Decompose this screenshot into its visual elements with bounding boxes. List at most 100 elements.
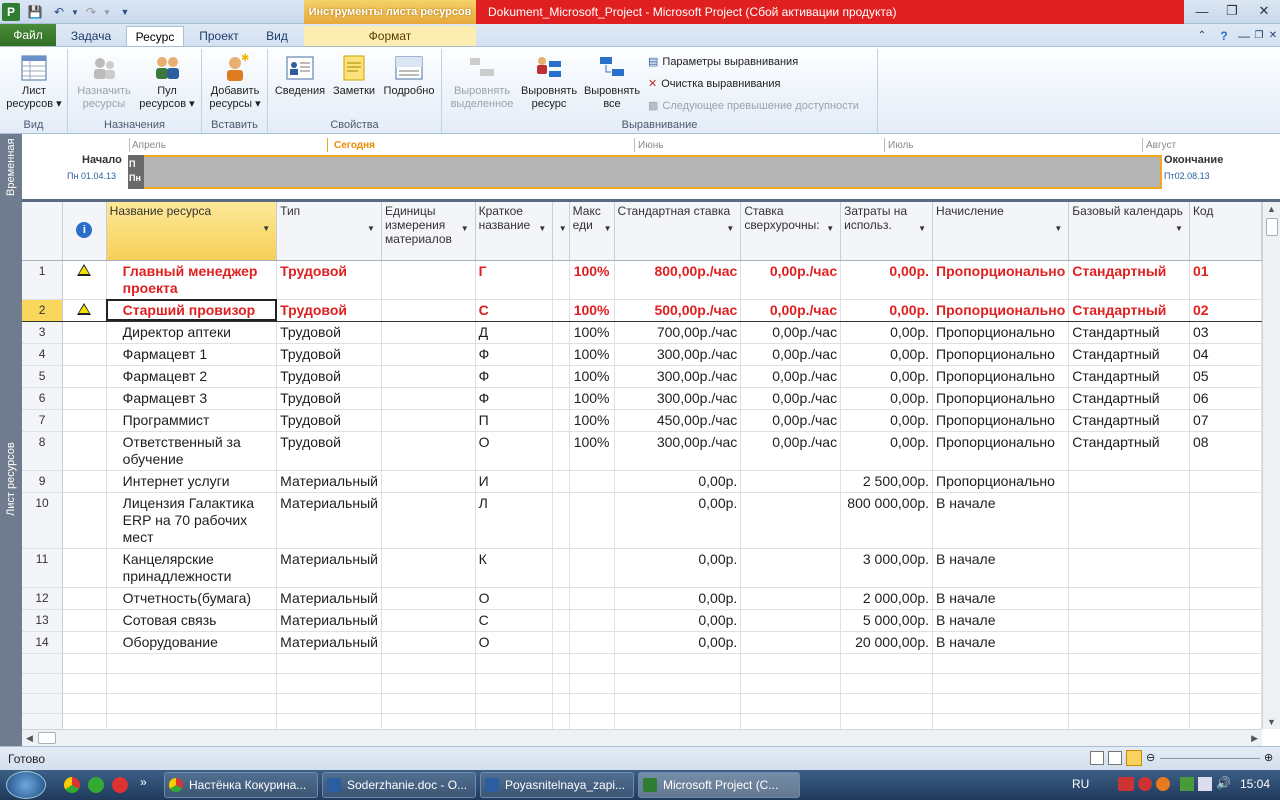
indicators-header[interactable]: i: [62, 202, 107, 261]
cell-short[interactable]: Д: [475, 321, 554, 344]
empty-row[interactable]: [22, 673, 1262, 694]
cell-max[interactable]: [569, 548, 615, 588]
cell-cal[interactable]: [1068, 470, 1190, 493]
filter-dropdown-icon[interactable]: ▼: [559, 224, 567, 233]
help-icon[interactable]: ?: [1216, 26, 1232, 46]
cell-short[interactable]: Ф: [475, 343, 554, 366]
restore-button[interactable]: ❐: [1216, 0, 1248, 22]
table-row[interactable]: 10 Лицензия Галактика ERP на 70 рабочих м…: [22, 492, 1262, 549]
cell-std[interactable]: 300,00р./час: [614, 431, 742, 471]
cell-ovt[interactable]: [740, 609, 842, 632]
cell-grp[interactable]: [552, 409, 570, 432]
cell-cal[interactable]: Стандартный: [1068, 298, 1190, 322]
cell-cal[interactable]: Стандартный: [1068, 343, 1190, 366]
resource-pool-button[interactable]: Пул ресурсов ▾: [136, 53, 198, 111]
doc-restore-icon[interactable]: ❐: [1252, 26, 1266, 46]
empty-cell[interactable]: [1068, 653, 1190, 674]
cell-name[interactable]: Сотовая связь: [106, 609, 278, 632]
select-all-cell[interactable]: [22, 202, 64, 261]
empty-cell[interactable]: [614, 693, 742, 714]
cell-ovt[interactable]: [740, 587, 842, 610]
quicklaunch-icon[interactable]: [112, 777, 128, 793]
tab-view[interactable]: Вид: [254, 26, 300, 46]
empty-cell[interactable]: [840, 673, 934, 694]
cell-cal[interactable]: Стандартный: [1068, 260, 1190, 300]
minimize-button[interactable]: —: [1186, 0, 1218, 22]
cell-ovt[interactable]: [740, 470, 842, 493]
cell-type[interactable]: Трудовой: [276, 298, 382, 322]
cell-short[interactable]: Л: [475, 492, 554, 549]
cell-type[interactable]: Трудовой: [276, 409, 382, 432]
cell-name[interactable]: Программист: [106, 409, 278, 432]
table-row[interactable]: 7 Программист Трудовой П 100% 450,00р./час 0,0…: [22, 409, 1262, 432]
indicator-cell[interactable]: [62, 548, 107, 588]
cell-ovt[interactable]: 0,00р./час: [740, 321, 842, 344]
empty-cell[interactable]: [106, 713, 278, 729]
cell-cost[interactable]: 0,00р.: [840, 365, 934, 388]
cell-cost[interactable]: 0,00р.: [840, 431, 934, 471]
cell-unit[interactable]: [381, 409, 476, 432]
cell-std[interactable]: 800,00р./час: [614, 260, 742, 300]
details-button[interactable]: Подробно: [380, 53, 438, 98]
column-header-code[interactable]: Код: [1189, 202, 1262, 261]
cell-cal[interactable]: Стандартный: [1068, 321, 1190, 344]
cell-std[interactable]: 0,00р.: [614, 548, 742, 588]
column-header-material-units[interactable]: Единицы измерения материалов ▼: [381, 202, 476, 261]
doc-minimize-icon[interactable]: —: [1236, 26, 1252, 46]
filter-dropdown-icon[interactable]: ▼: [367, 224, 375, 233]
filter-dropdown-icon[interactable]: ▼: [826, 224, 834, 233]
level-all-button[interactable]: Выровнять все: [580, 53, 644, 111]
indicator-cell[interactable]: [62, 321, 107, 344]
table-row[interactable]: 5 Фармацевт 2 Трудовой Ф 100% 300,00р./час 0,0…: [22, 365, 1262, 388]
cell-std[interactable]: 300,00р./час: [614, 387, 742, 410]
empty-cell[interactable]: [740, 693, 842, 714]
cell-max[interactable]: 100%: [569, 409, 615, 432]
leveling-options-button[interactable]: ▤ Параметры выравнивания: [648, 55, 798, 69]
empty-cell[interactable]: [552, 713, 570, 729]
cell-accr[interactable]: Пропорционально: [932, 343, 1070, 366]
table-row[interactable]: 9 Интернет услуги Материальный И 0,00р. 2 500…: [22, 470, 1262, 493]
empty-cell[interactable]: [475, 693, 554, 714]
start-button[interactable]: [6, 771, 46, 799]
cell-code[interactable]: [1189, 470, 1262, 493]
indicator-cell[interactable]: [62, 631, 107, 654]
cell-short[interactable]: О: [475, 431, 554, 471]
overallocation-warning-icon[interactable]: [77, 263, 92, 276]
empty-cell[interactable]: [932, 673, 1070, 694]
cell-grp[interactable]: [552, 492, 570, 549]
cell-ovt[interactable]: 0,00р./час: [740, 343, 842, 366]
cell-name[interactable]: Фармацевт 1: [106, 343, 278, 366]
cell-accr[interactable]: Пропорционально: [932, 409, 1070, 432]
empty-cell[interactable]: [381, 653, 476, 674]
cell-unit[interactable]: [381, 387, 476, 410]
volume-icon[interactable]: 🔊: [1216, 776, 1231, 790]
cell-unit[interactable]: [381, 548, 476, 588]
cell-cost[interactable]: 2 500,00р.: [840, 470, 934, 493]
cell-accr[interactable]: Пропорционально: [932, 321, 1070, 344]
horizontal-scrollbar[interactable]: ◀ ▶: [22, 729, 1262, 746]
empty-cell[interactable]: [106, 693, 278, 714]
tab-project[interactable]: Проект: [190, 26, 248, 46]
cell-short[interactable]: О: [475, 631, 554, 654]
cell-grp[interactable]: [552, 431, 570, 471]
cell-code[interactable]: 08: [1189, 431, 1262, 471]
cell-std[interactable]: 0,00р.: [614, 470, 742, 493]
cell-accr[interactable]: Пропорционально: [932, 470, 1070, 493]
cell-cost[interactable]: 20 000,00р.: [840, 631, 934, 654]
cell-type[interactable]: Материальный: [276, 492, 382, 549]
empty-cell[interactable]: [22, 693, 64, 714]
cell-cost[interactable]: 0,00р.: [840, 343, 934, 366]
empty-cell[interactable]: [552, 693, 570, 714]
cell-name[interactable]: Директор аптеки: [106, 321, 278, 344]
customize-qat-icon[interactable]: ▼: [116, 3, 134, 21]
cell-accr[interactable]: Пропорционально: [932, 260, 1070, 300]
cell-code[interactable]: [1189, 609, 1262, 632]
view-gantt-icon[interactable]: [1090, 751, 1104, 765]
scroll-left-icon[interactable]: ◀: [26, 733, 33, 744]
empty-cell[interactable]: [840, 713, 934, 729]
level-selection-button[interactable]: Выровнять выделенное: [446, 53, 518, 111]
cell-grp[interactable]: [552, 609, 570, 632]
column-header-name[interactable]: Название ресурса ▼: [106, 202, 278, 261]
cell-cal[interactable]: [1068, 631, 1190, 654]
column-header-short-name[interactable]: Краткое название ▼: [475, 202, 554, 261]
